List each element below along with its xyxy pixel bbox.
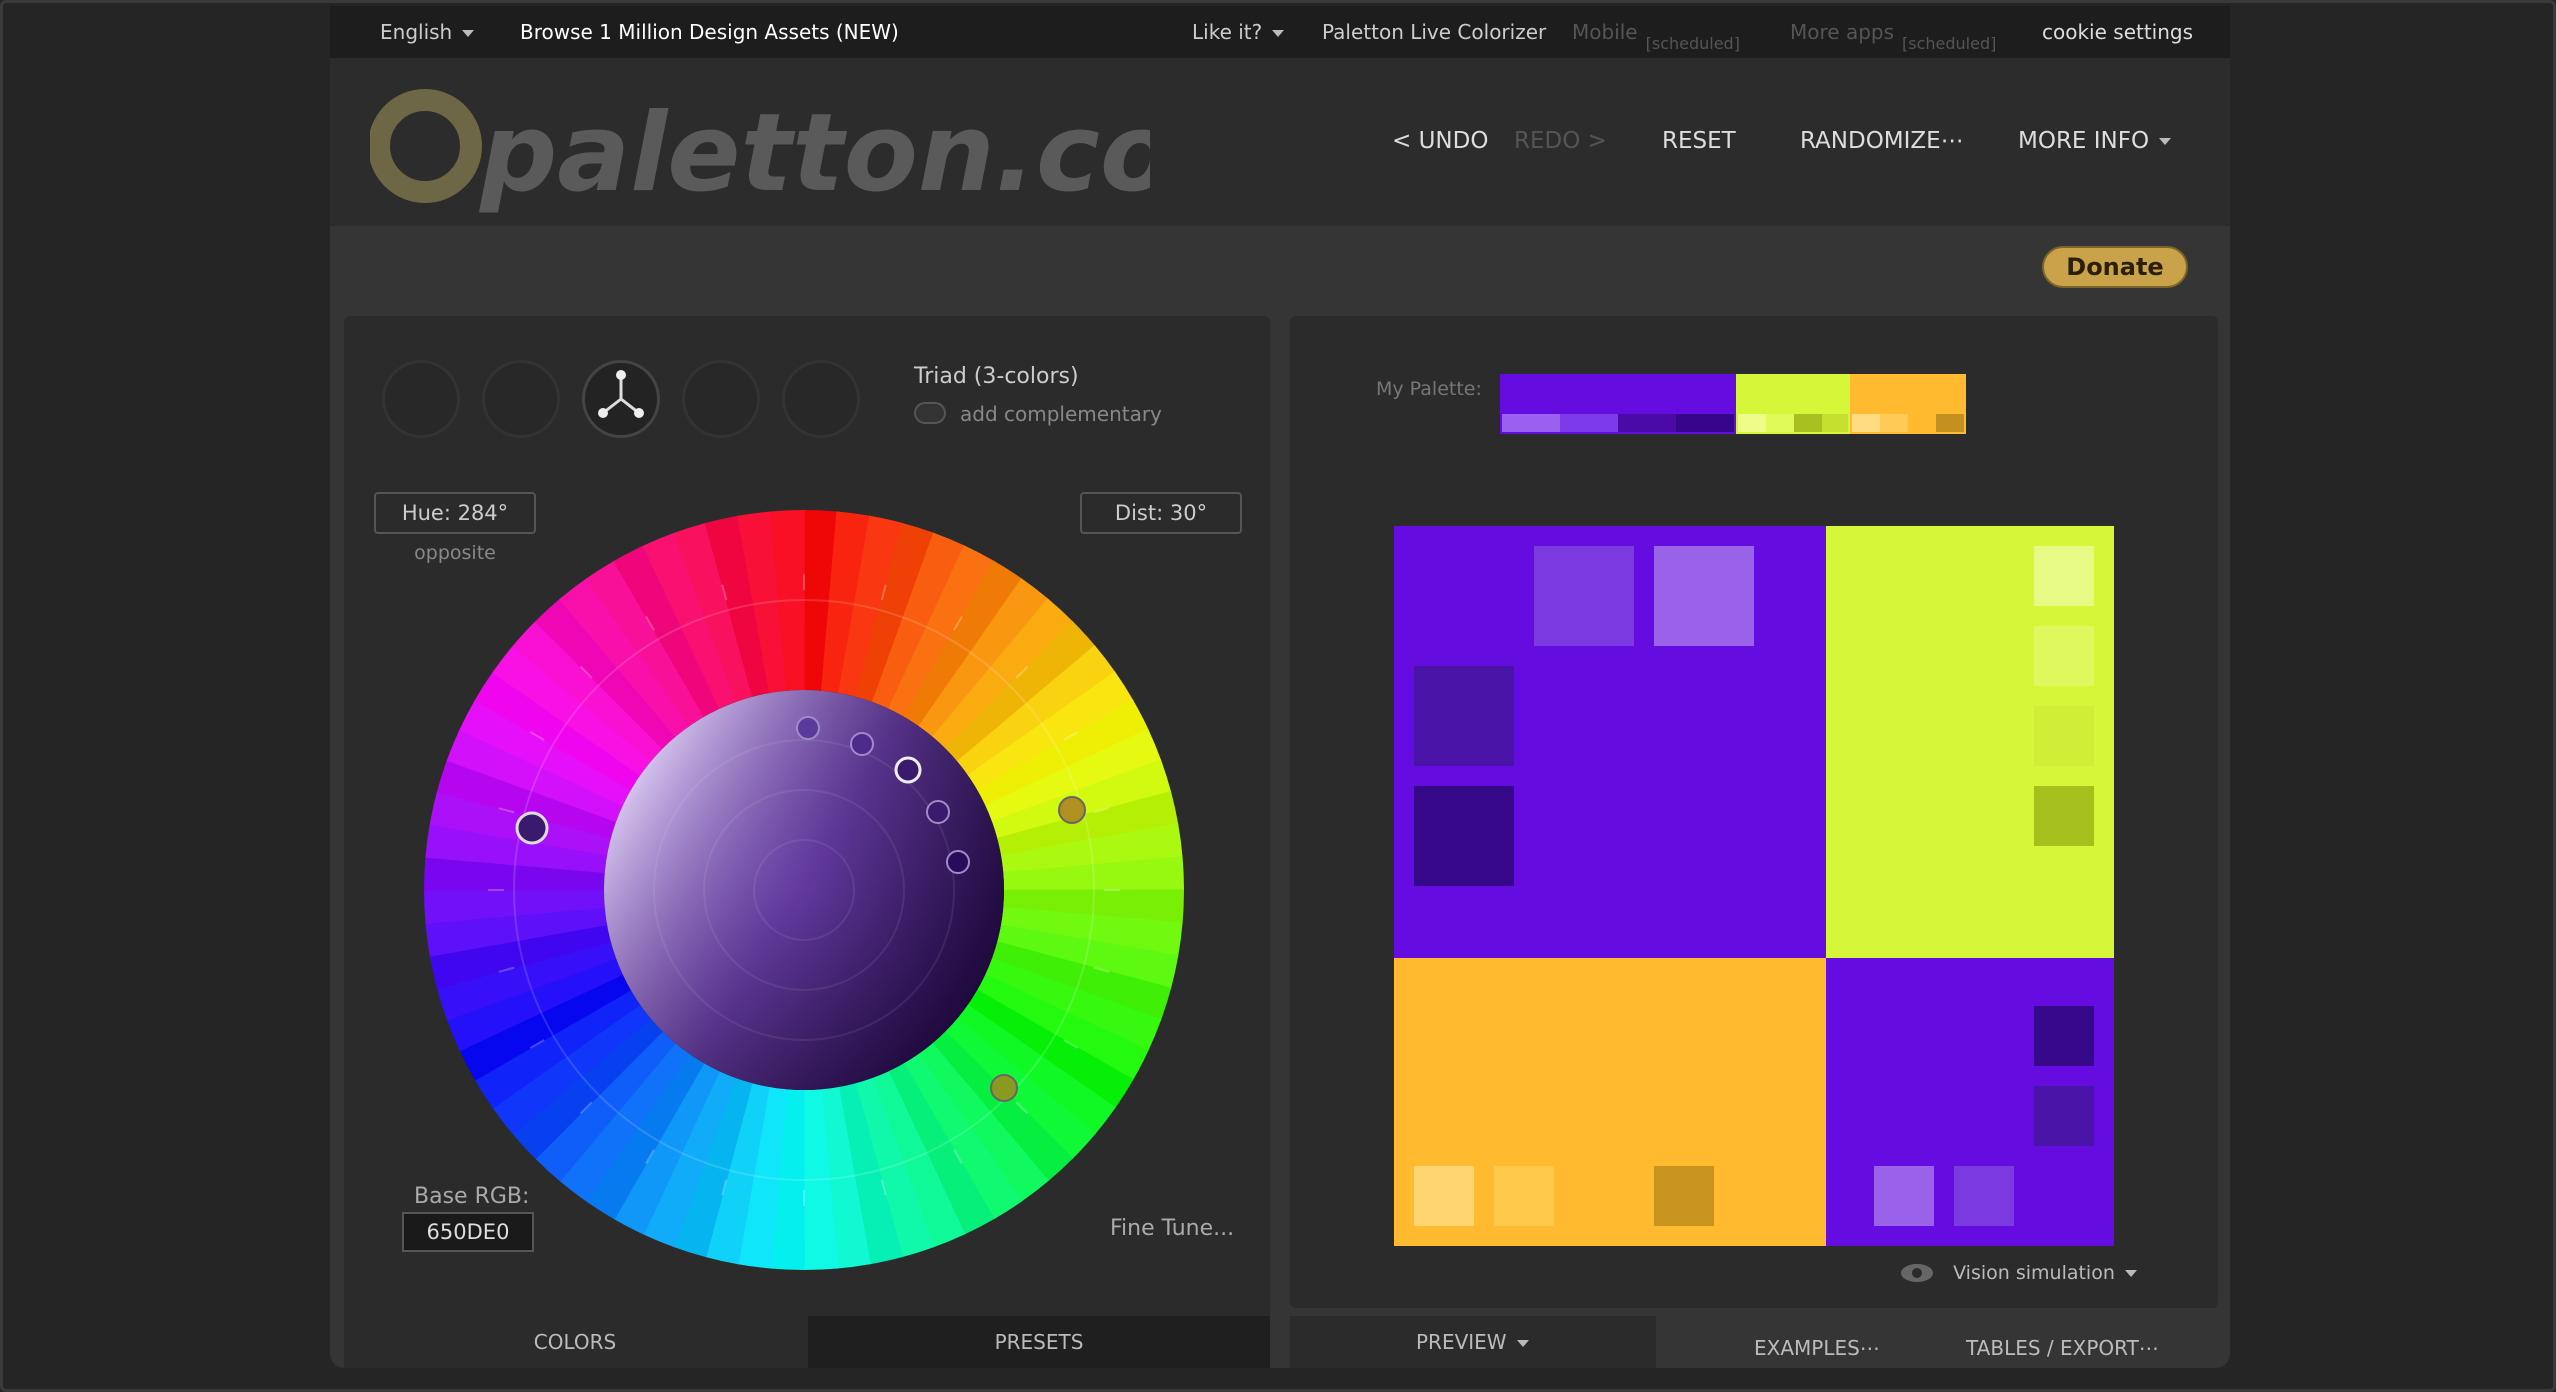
undo-button[interactable]: < UNDO (1392, 128, 1488, 154)
paletton-logo[interactable]: paletton.com (370, 78, 1150, 218)
like-it-menu[interactable]: Like it? (1192, 20, 1285, 44)
top-bar: English Browse 1 Million Design Assets (… (330, 6, 2230, 58)
more-apps-link: More apps [scheduled] (1790, 20, 1997, 53)
chevron-down-icon (462, 30, 475, 37)
secondary-hue-handle (990, 1074, 1018, 1102)
tab-tables-export[interactable]: TABLES / EXPORT⋯ (1966, 1336, 2159, 1360)
complementary-toggle[interactable] (914, 402, 946, 424)
language-selector[interactable]: English (380, 20, 475, 44)
triad-icon (598, 370, 644, 418)
redo-button: REDO > (1514, 128, 1607, 154)
eye-icon (1901, 1264, 1933, 1282)
logo-text: paletton.com (478, 91, 1150, 216)
base-rgb-input[interactable]: 650DE0 (402, 1212, 534, 1252)
mobile-link: Mobile [scheduled] (1572, 20, 1740, 53)
my-palette-label: My Palette: (1376, 378, 1482, 400)
tetrad-scheme-button[interactable] (682, 360, 760, 438)
scheme-title: Triad (3-colors) (914, 364, 1079, 389)
tab-examples[interactable]: EXAMPLES⋯ (1754, 1336, 1880, 1360)
my-palette-strip[interactable] (1500, 374, 1966, 434)
vision-simulation-menu[interactable]: Vision simulation (1900, 1262, 2137, 1284)
chevron-down-icon (2159, 138, 2172, 145)
more-info-menu[interactable]: MORE INFO (2018, 128, 2172, 154)
cookie-settings-link[interactable]: cookie settings (2042, 20, 2193, 44)
triad-scheme-button[interactable] (582, 360, 660, 438)
add-complementary-label: add complementary (960, 402, 1162, 426)
donate-button[interactable]: Donate (2042, 246, 2188, 288)
primary-hue-handle (515, 811, 549, 845)
tertiary-hue-handle (1058, 796, 1086, 824)
browse-assets-link[interactable]: Browse 1 Million Design Assets (NEW) (520, 20, 899, 44)
live-colorizer-link[interactable]: Paletton Live Colorizer (1322, 20, 1546, 44)
left-tabs: COLORS PRESETS (344, 1316, 1270, 1368)
chevron-down-icon (2124, 1269, 2137, 1277)
mono-scheme-button[interactable] (382, 360, 460, 438)
color-wheel[interactable] (424, 510, 1184, 1270)
header: paletton.com < UNDO REDO > RESET RANDOMI… (330, 58, 2230, 226)
chevron-down-icon (1516, 1340, 1529, 1347)
palette-preview[interactable] (1394, 526, 2114, 1246)
adjacent-scheme-button[interactable] (482, 360, 560, 438)
tab-preview[interactable]: PREVIEW (1416, 1330, 1529, 1354)
randomize-button[interactable]: RANDOMIZE⋯ (1800, 128, 1964, 154)
chevron-down-icon (1272, 30, 1285, 37)
tab-colors[interactable]: COLORS (344, 1316, 806, 1368)
tab-presets[interactable]: PRESETS (808, 1316, 1270, 1368)
free-scheme-button[interactable] (782, 360, 860, 438)
reset-button[interactable]: RESET (1662, 128, 1736, 154)
base-color-handle (894, 756, 922, 784)
